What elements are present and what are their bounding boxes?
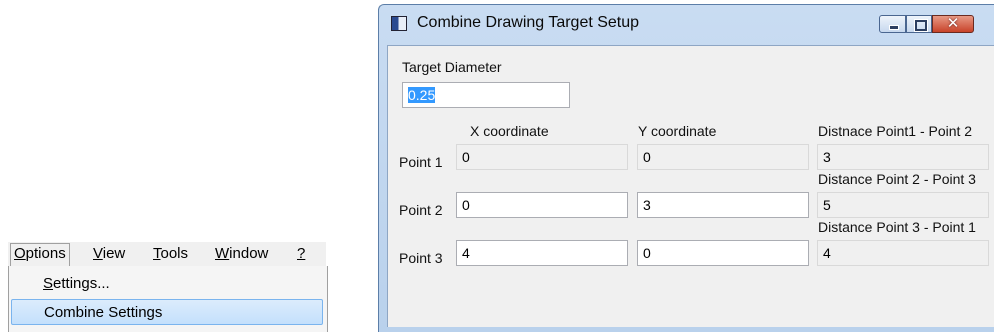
menu-window[interactable]: Window [212,244,271,264]
menu-item-settings-label: ettings... [53,275,110,292]
window-app-icon[interactable] [391,16,407,31]
target-diameter-label: Target Diameter [402,59,502,75]
minimize-button[interactable] [879,15,906,33]
minimize-icon [889,25,899,30]
close-button[interactable]: ✕ [932,15,974,33]
point-3-y-input[interactable]: 0 [637,240,809,266]
menu-options[interactable]: Options [10,243,70,266]
point-1-x-field: 0 [456,144,628,170]
point-1-label: Point 1 [399,154,443,170]
maximize-button[interactable] [906,15,932,33]
point-2-y-input[interactable]: 3 [637,192,809,218]
combine-target-setup-window: Combine Drawing Target Setup ✕ Target Di… [378,4,994,332]
point-1-y-field: 0 [637,144,809,170]
menu-item-settings[interactable]: Settings... [11,271,323,297]
window-titlebar[interactable]: Combine Drawing Target Setup ✕ [379,5,994,45]
menu-window-mnemonic: W [215,245,230,262]
menu-view-mnemonic: V [93,245,103,262]
distance-1-2-label: Distnace Point1 - Point 2 [818,123,973,139]
distance-2-3-label: Distance Point 2 - Point 3 [818,171,976,187]
target-diameter-value: 0.25 [408,87,436,103]
distance-2-3-value: 5 [817,192,989,218]
menu-item-settings-mnemonic: S [43,275,54,292]
distance-3-1-label: Distance Point 3 - Point 1 [818,219,976,235]
options-dropdown: Settings... Combine Settings [8,266,328,332]
menu-item-combine-settings-label: Combine Settings [44,304,163,321]
menu-view-label: iew [102,245,126,262]
menu-item-combine-settings[interactable]: Combine Settings [11,299,323,325]
menu-options-mnemonic: O [14,245,26,262]
point-2-x-input[interactable]: 0 [456,192,628,218]
menu-help[interactable]: ? [294,244,308,264]
y-coordinate-header: Y coordinate [638,123,717,139]
menu-window-label: indow [229,245,269,262]
close-icon: ✕ [946,15,960,32]
point-3-x-input[interactable]: 4 [456,240,628,266]
menu-options-label: ptions [25,245,66,262]
menu-tools-label: ools [160,245,189,262]
x-coordinate-header: X coordinate [470,123,549,139]
menu-bar: Options View Tools Window ? [8,241,326,267]
point-2-label: Point 2 [399,202,443,218]
target-diameter-input[interactable]: 0.25 [402,82,570,108]
menu-help-mnemonic: ? [297,245,306,262]
menu-tools[interactable]: Tools [150,244,191,264]
menu-view[interactable]: View [90,244,128,264]
distance-3-1-value: 4 [817,240,989,266]
dialog-client-area: Target Diameter 0.25 X coordinate Y coor… [387,45,994,327]
maximize-icon [915,20,927,31]
window-title: Combine Drawing Target Setup [417,14,640,31]
point-3-label: Point 3 [399,250,443,266]
distance-1-2-value: 3 [817,144,989,170]
menu-tools-mnemonic: T [153,245,161,262]
